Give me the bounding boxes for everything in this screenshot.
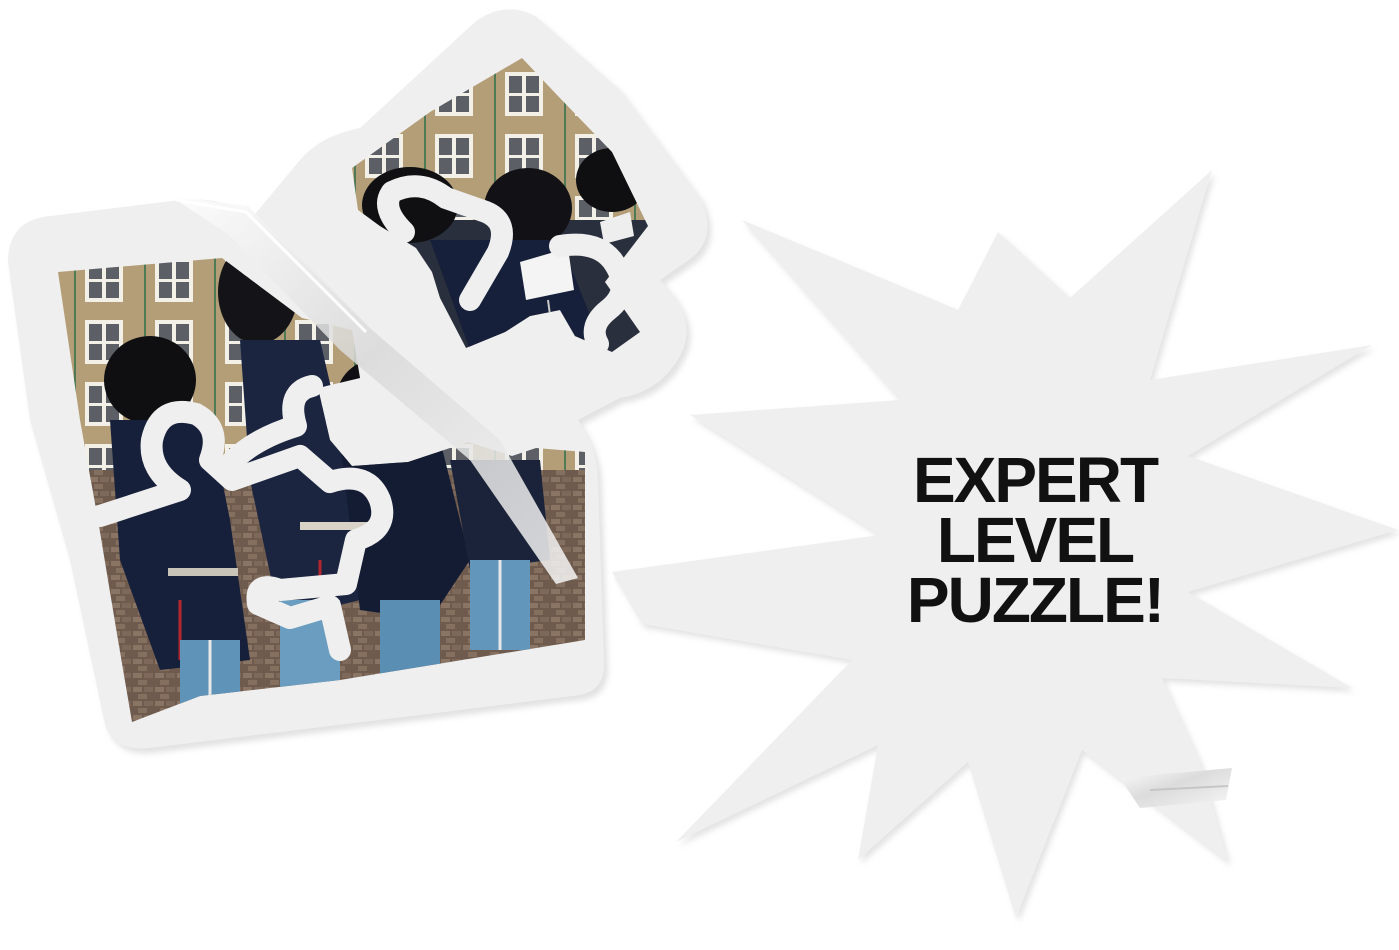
burst-caption-line-2: LEVEL	[936, 504, 1135, 576]
burst-caption-line-1: EXPERT	[912, 444, 1159, 516]
burst-caption-line-3: PUZZLE!	[906, 564, 1165, 636]
burst-caption: EXPERT LEVEL PUZZLE!	[855, 444, 1215, 636]
sticker-collage: EXPERT LEVEL PUZZLE!	[0, 0, 1399, 950]
